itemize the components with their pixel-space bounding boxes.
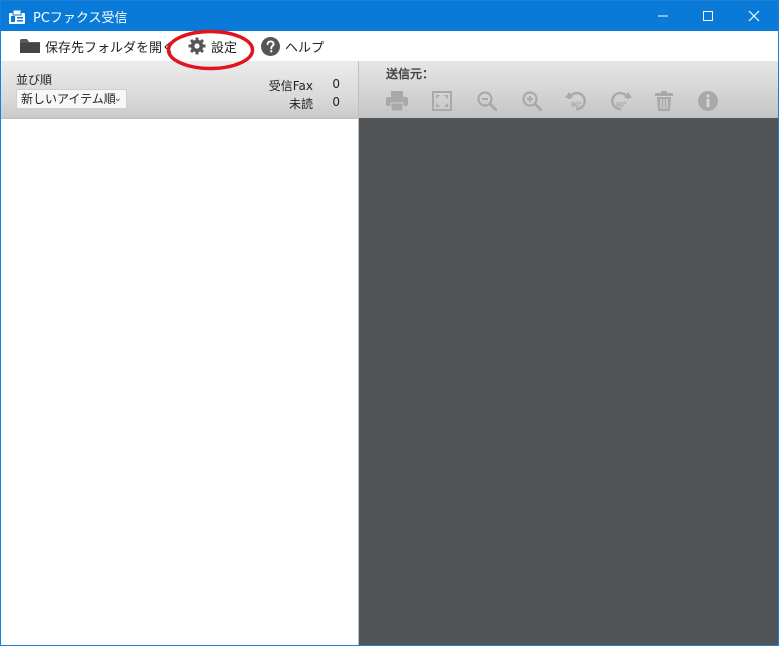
received-fax-count: 0 (332, 77, 340, 91)
sort-order-select[interactable]: 新しいアイテム順 ⌄ (16, 89, 127, 109)
menu-bar: 保存先フォルダを開く 設定 ヘルプ (1, 31, 778, 61)
help-label: ヘルプ (285, 40, 325, 56)
help-button[interactable]: ヘルプ (261, 31, 324, 61)
zoom-out-icon (477, 91, 497, 111)
open-folder-label: 保存先フォルダを開く (45, 40, 176, 56)
maximize-icon (703, 11, 713, 21)
rotate-left-90-icon: 90° (565, 91, 586, 111)
sort-order-value: 新しいアイテム順 (21, 92, 116, 106)
viewer-toolbar: 送信元： 90° 90° (359, 61, 778, 118)
maximize-button[interactable] (685, 1, 731, 31)
minimize-button[interactable] (640, 1, 686, 31)
highlight-ellipse (166, 29, 255, 71)
delete-button[interactable] (652, 89, 676, 113)
fit-icon (432, 91, 452, 111)
received-fax-label: 受信Fax (268, 79, 313, 93)
close-button[interactable] (731, 1, 777, 31)
question-circle-icon (261, 36, 280, 56)
print-button[interactable] (385, 89, 409, 113)
zoom-in-button[interactable] (520, 89, 544, 113)
zoom-in-icon (522, 91, 542, 111)
info-button[interactable] (696, 89, 720, 113)
chevron-down-icon: ⌄ (113, 93, 122, 104)
sender-label: 送信元： (386, 67, 435, 81)
folder-icon (20, 38, 40, 54)
title-bar: PCファクス受信 (1, 1, 778, 31)
minimize-icon (658, 15, 668, 17)
rotate-left-label: 90° (571, 101, 582, 109)
rotate-left-button[interactable]: 90° (564, 89, 588, 113)
rotate-right-90-icon: 90° (611, 91, 632, 111)
open-folder-button[interactable]: 保存先フォルダを開く (20, 31, 175, 61)
print-icon (386, 91, 408, 111)
zoom-out-button[interactable] (475, 89, 499, 113)
info-icon (698, 91, 718, 111)
close-icon (748, 10, 760, 22)
fax-app-icon (9, 9, 25, 24)
sort-order-label: 並び順 (16, 73, 53, 87)
unread-count: 0 (332, 95, 340, 109)
fax-preview-area[interactable] (359, 118, 778, 645)
pc-fax-receive-window: PCファクス受信 保存先フォルダを開く 設定 ヘルプ 並び順 新しいアイテム順 … (0, 0, 779, 646)
rotate-right-button[interactable]: 90° (609, 89, 633, 113)
fax-list[interactable] (1, 119, 358, 645)
unread-label: 未読 (288, 97, 313, 111)
rotate-right-label: 90° (616, 101, 627, 109)
window-title: PCファクス受信 (33, 11, 128, 26)
trash-icon (655, 91, 673, 111)
fit-page-button[interactable] (430, 89, 454, 113)
